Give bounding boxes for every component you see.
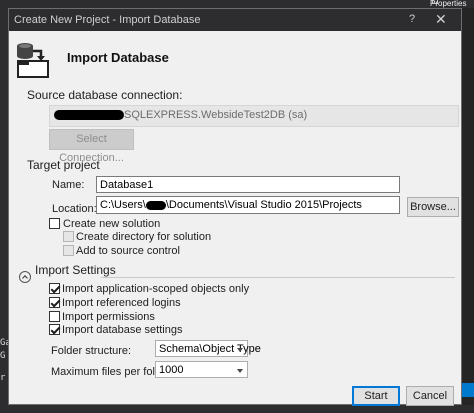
create-directory-label: Create directory for solution [76, 231, 212, 243]
location-input[interactable]: C:\Users\ \Documents\Visual Studio 2015\P… [96, 196, 400, 214]
import-app-scoped-label: Import application-scoped objects only [62, 283, 250, 295]
source-connection-label: Source database connection: [27, 88, 183, 102]
ide-status-accent [461, 383, 474, 397]
page-title: Import Database [67, 50, 169, 65]
import-db-settings-checkbox[interactable] [49, 324, 60, 335]
location-prefix: C:\Users\ [100, 199, 146, 211]
location-label: Location: [52, 203, 97, 215]
create-solution-label: Create new solution [63, 218, 161, 230]
select-connection-button[interactable]: Select Connection... [49, 129, 134, 164]
location-suffix: \Documents\Visual Studio 2015\Projects [165, 199, 362, 211]
ide-background-panel [460, 0, 474, 413]
browse-button[interactable]: Browse... [407, 197, 459, 217]
import-database-dialog: Create New Project - Import Database ? ✕… [8, 8, 462, 406]
dialog-titlebar: Create New Project - Import Database ? ✕ [9, 9, 461, 31]
name-label: Name: [52, 179, 85, 191]
max-files-value: 1000 [159, 364, 184, 376]
import-settings-divider [101, 277, 455, 278]
start-button[interactable]: Start [352, 386, 400, 406]
collapse-chevron-icon[interactable] [19, 271, 31, 283]
folder-structure-value: Schema\Object Type [159, 343, 261, 355]
target-project-label: Target project [27, 158, 100, 172]
import-permissions-label: Import permissions [62, 311, 155, 323]
dialog-title: Create New Project - Import Database [14, 14, 201, 26]
import-database-icon [17, 43, 49, 78]
chevron-down-icon [237, 369, 243, 373]
close-button[interactable]: ✕ [435, 11, 447, 28]
redacted-server-name [54, 110, 124, 121]
project-name-input[interactable]: Database1 [96, 176, 400, 193]
create-solution-checkbox[interactable] [49, 218, 60, 229]
import-app-scoped-checkbox[interactable] [49, 283, 60, 294]
source-connection-field: SQLEXPRESS.WebsideTest2DB (sa) [49, 105, 459, 127]
cancel-button[interactable]: Cancel [406, 386, 454, 406]
properties-icon [432, 0, 438, 4]
properties-tab[interactable]: Properties [420, 0, 474, 8]
max-files-select[interactable]: 1000 [155, 361, 248, 378]
create-directory-checkbox[interactable] [63, 231, 74, 242]
import-permissions-checkbox[interactable] [49, 311, 60, 322]
chevron-down-icon [237, 348, 243, 352]
add-source-control-label: Add to source control [76, 245, 180, 257]
folder-structure-label: Folder structure: [51, 345, 132, 357]
import-logins-checkbox[interactable] [49, 297, 60, 308]
help-button[interactable]: ? [409, 13, 415, 25]
folder-structure-select[interactable]: Schema\Object Type [155, 340, 261, 357]
connection-string: SQLEXPRESS.WebsideTest2DB (sa) [124, 109, 308, 121]
redacted-username [145, 200, 166, 210]
import-logins-label: Import referenced logins [62, 297, 181, 309]
import-settings-label: Import Settings [35, 263, 116, 277]
add-source-control-checkbox[interactable] [63, 245, 74, 256]
ide-bottom-bar [0, 405, 474, 413]
import-db-settings-label: Import database settings [62, 324, 183, 336]
